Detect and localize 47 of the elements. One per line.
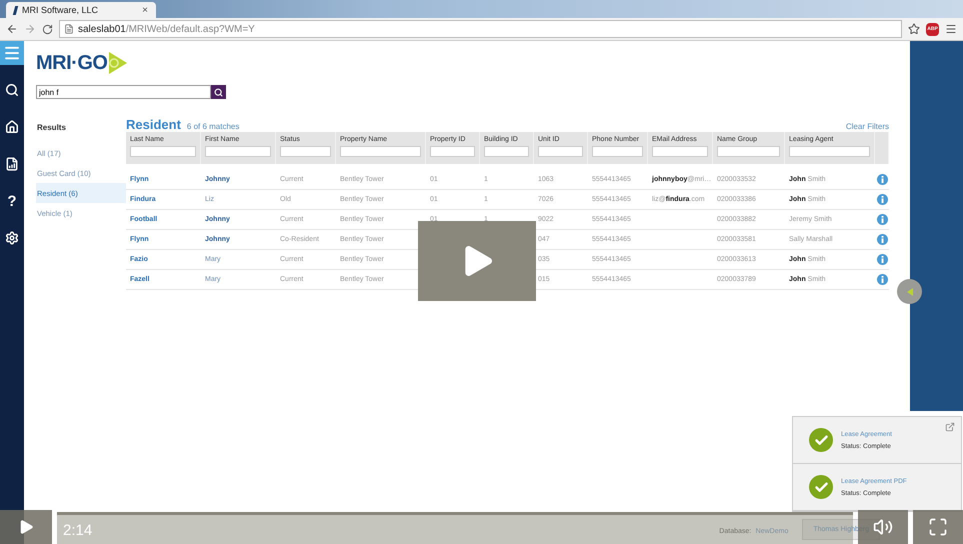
volume-icon bbox=[873, 517, 893, 537]
logo-arrow-icon bbox=[107, 52, 128, 74]
browser-tab[interactable]: MRI Software, LLC × bbox=[6, 2, 156, 18]
filter-field[interactable] bbox=[652, 146, 708, 157]
address-bar[interactable]: saleslab01/MRIWeb/default.asp?WM=Y bbox=[59, 20, 902, 38]
match-count: 6 of 6 matches bbox=[186, 122, 240, 131]
play-button[interactable] bbox=[418, 221, 536, 301]
filter-field[interactable] bbox=[789, 146, 870, 157]
star-icon[interactable] bbox=[908, 23, 920, 35]
expand-panel-button[interactable] bbox=[897, 279, 922, 304]
filter-field[interactable] bbox=[538, 146, 583, 157]
arrow-left-icon bbox=[904, 286, 914, 296]
info-icon[interactable] bbox=[877, 214, 888, 225]
forward-icon[interactable] bbox=[24, 23, 36, 35]
search-field[interactable]: john f bbox=[36, 85, 211, 99]
fullscreen-icon bbox=[928, 517, 948, 537]
favicon-icon bbox=[12, 6, 18, 14]
back-icon[interactable] bbox=[6, 23, 18, 35]
play-button[interactable] bbox=[0, 510, 52, 544]
filter-field[interactable] bbox=[340, 146, 421, 157]
info-icon[interactable] bbox=[877, 174, 888, 185]
check-icon bbox=[809, 428, 833, 452]
info-icon[interactable] bbox=[877, 194, 888, 205]
filter-field[interactable] bbox=[592, 146, 643, 157]
filter-field[interactable] bbox=[130, 146, 196, 157]
filter-field[interactable] bbox=[280, 146, 331, 157]
filter-field[interactable] bbox=[484, 146, 529, 157]
menu-icon[interactable] bbox=[945, 23, 957, 35]
search-button[interactable] bbox=[211, 85, 226, 99]
close-tab-button[interactable]: × bbox=[142, 4, 148, 16]
results-title: Results bbox=[36, 123, 67, 132]
filter-field[interactable] bbox=[430, 146, 475, 157]
popout-icon[interactable] bbox=[945, 422, 955, 432]
filter-field[interactable] bbox=[205, 146, 271, 157]
logo: MRI·GO bbox=[36, 52, 108, 74]
clear-filters-link[interactable]: Clear Filters bbox=[846, 122, 889, 131]
table-title: Resident bbox=[126, 117, 181, 132]
fullscreen-button[interactable] bbox=[913, 510, 963, 544]
filter-field[interactable] bbox=[717, 146, 780, 157]
reload-icon[interactable] bbox=[42, 24, 53, 34]
info-icon[interactable] bbox=[877, 274, 888, 285]
elapsed-time: 2:14 bbox=[63, 522, 92, 538]
check-icon bbox=[809, 475, 833, 499]
info-icon[interactable] bbox=[877, 254, 888, 265]
help-icon[interactable]: ? bbox=[0, 189, 24, 213]
search-icon bbox=[214, 88, 223, 96]
info-icon[interactable] bbox=[877, 234, 888, 245]
